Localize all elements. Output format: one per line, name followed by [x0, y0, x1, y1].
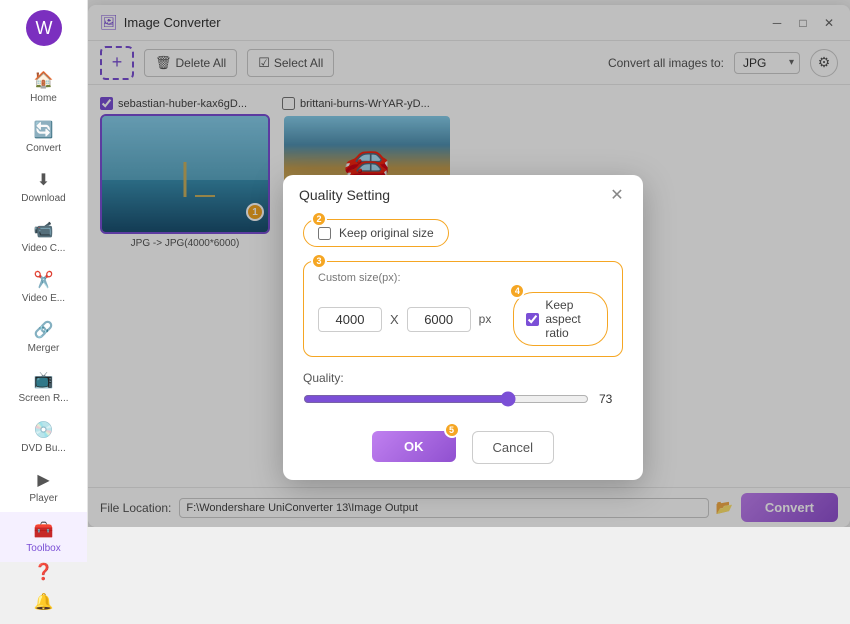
keep-original-text: Keep original size: [339, 226, 434, 240]
sidebar-item-toolbox[interactable]: 🧰 Toolbox: [0, 512, 87, 562]
keep-original-checkbox[interactable]: [318, 227, 331, 240]
quality-label: Quality:: [303, 371, 623, 385]
dialog-body: 2 Keep original size 3 Custom size(px):: [283, 213, 643, 423]
home-icon: 🏠: [34, 70, 54, 90]
custom-size-inputs: X px 4 Keep aspect ratio: [318, 292, 608, 346]
quality-section: Quality: 73: [303, 371, 623, 407]
merger-icon: 🔗: [34, 320, 54, 340]
dialog-title: Quality Setting: [299, 187, 390, 203]
sidebar: W 🏠 Home 🔄 Convert ⬇ Download 📹 Video C.…: [0, 0, 88, 527]
sidebar-item-convert-label: Convert: [26, 143, 61, 154]
player-icon: ▶: [37, 470, 49, 490]
step-5-badge: 5: [444, 422, 460, 438]
sidebar-item-screenr-label: Screen R...: [18, 393, 68, 404]
sidebar-item-toolbox-label: Toolbox: [26, 543, 60, 554]
px-label: px: [479, 312, 492, 326]
dvd-icon: 💿: [34, 420, 54, 440]
screenr-icon: 📺: [34, 370, 54, 390]
sidebar-item-home-label: Home: [30, 93, 57, 104]
sidebar-item-videoc-label: Video C...: [22, 243, 66, 254]
ok-button[interactable]: OK: [372, 431, 456, 462]
quality-setting-dialog: Quality Setting ✕ 2 Keep original size 3: [283, 175, 643, 480]
keep-original-wrap: 2 Keep original size: [303, 219, 449, 247]
notification-icon[interactable]: 🔔: [34, 592, 54, 612]
quality-value: 73: [599, 392, 623, 406]
sidebar-item-download-label: Download: [21, 193, 65, 204]
sidebar-item-dvd[interactable]: 💿 DVD Bu...: [0, 412, 87, 462]
sidebar-item-convert[interactable]: 🔄 Convert: [0, 112, 87, 162]
custom-size-section: 3 Custom size(px): X px 4: [303, 261, 623, 357]
videoc-icon: 📹: [34, 220, 54, 240]
keep-ratio-checkbox[interactable]: [526, 313, 539, 326]
sidebar-item-videoe[interactable]: ✂️ Video E...: [0, 262, 87, 312]
sidebar-bottom: ❓ 🔔: [34, 562, 54, 624]
ok-button-wrap: 5 OK: [372, 431, 456, 464]
custom-size-label: Custom size(px):: [318, 272, 608, 284]
dialog-footer: 5 OK Cancel: [283, 423, 643, 480]
keep-ratio-text: Keep aspect ratio: [545, 298, 595, 340]
sidebar-item-videoe-label: Video E...: [22, 293, 65, 304]
sidebar-item-screenr[interactable]: 📺 Screen R...: [0, 362, 87, 412]
dialog-close-button[interactable]: ✕: [607, 185, 627, 205]
dialog-title-bar: Quality Setting ✕: [283, 175, 643, 213]
keep-ratio-label[interactable]: Keep aspect ratio: [513, 292, 608, 346]
x-separator: X: [390, 312, 399, 327]
width-input[interactable]: [318, 307, 382, 332]
sidebar-item-player[interactable]: ▶ Player: [0, 462, 87, 512]
custom-size-wrap: 3 Custom size(px): X px 4: [303, 261, 623, 357]
sidebar-item-merger[interactable]: 🔗 Merger: [0, 312, 87, 362]
sidebar-item-videoc[interactable]: 📹 Video C...: [0, 212, 87, 262]
sidebar-item-player-label: Player: [29, 493, 57, 504]
svg-text:W: W: [35, 18, 52, 38]
sidebar-item-dvd-label: DVD Bu...: [21, 443, 65, 454]
step-2-badge: 2: [311, 211, 327, 227]
height-input[interactable]: [407, 307, 471, 332]
sidebar-item-download[interactable]: ⬇ Download: [0, 162, 87, 212]
main-area: 🖼 Image Converter ─ □ ✕ + 🗑 Delete All ☑…: [88, 0, 850, 527]
keep-original-section: 2 Keep original size: [303, 219, 623, 247]
help-icon[interactable]: ❓: [34, 562, 54, 582]
cancel-button[interactable]: Cancel: [472, 431, 554, 464]
toolbox-icon: 🧰: [34, 520, 54, 540]
convert-icon: 🔄: [34, 120, 54, 140]
download-icon: ⬇: [37, 170, 50, 190]
app-logo: W: [26, 10, 62, 46]
sidebar-item-merger-label: Merger: [28, 343, 60, 354]
keep-ratio-wrap: 4 Keep aspect ratio: [505, 292, 608, 346]
quality-slider[interactable]: [303, 391, 589, 407]
videoe-icon: ✂️: [34, 270, 54, 290]
quality-slider-row: 73: [303, 391, 623, 407]
sidebar-item-home[interactable]: 🏠 Home: [0, 62, 87, 112]
step-3-badge: 3: [311, 253, 327, 269]
